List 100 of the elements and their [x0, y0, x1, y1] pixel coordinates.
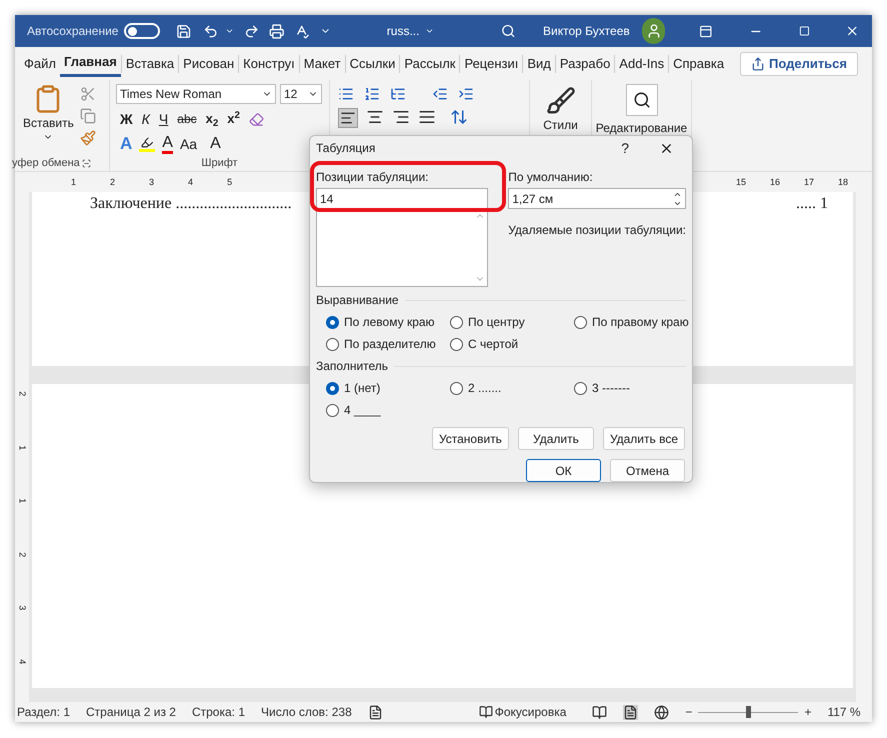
dialog-button[interactable]: Удалить все: [602, 427, 685, 450]
read-mode-icon[interactable]: [592, 704, 608, 720]
search-icon[interactable]: [500, 23, 516, 39]
ribbon-tab[interactable]: Конструı: [239, 50, 299, 76]
align-left-icon[interactable]: [338, 108, 358, 128]
ribbon-tab[interactable]: Макет: [300, 50, 345, 76]
autosave-toggle[interactable]: [124, 23, 160, 39]
format-painter-icon[interactable]: [80, 130, 96, 146]
radio-option[interactable]: С чертой: [450, 335, 574, 353]
radio-option[interactable]: По центру: [450, 313, 574, 331]
help-button[interactable]: ?: [621, 138, 629, 158]
dialog-button[interactable]: Удалить: [518, 427, 594, 450]
file-name[interactable]: russ...: [386, 22, 420, 40]
ruler-number: 4: [16, 658, 29, 664]
spelling-icon[interactable]: [294, 22, 310, 40]
text-effects-button[interactable]: A: [120, 131, 132, 157]
ribbon-tab[interactable]: Ссылки: [346, 50, 400, 76]
highlight-icon[interactable]: [139, 136, 156, 152]
align-right-icon[interactable]: [392, 108, 410, 126]
radio-option[interactable]: 2 .......: [450, 379, 574, 397]
ribbon-display-icon[interactable]: [699, 24, 713, 38]
radio-option[interactable]: По правому краю: [574, 313, 689, 331]
user-name: Виктор Бухтеев: [543, 23, 630, 40]
status-item: Страница 2 из 2: [86, 704, 176, 721]
ribbon-tab[interactable]: Рисован: [179, 50, 238, 76]
avatar-icon[interactable]: [642, 18, 666, 44]
format-button[interactable]: abc: [177, 110, 197, 128]
format-button[interactable]: Ч: [158, 108, 168, 130]
maximize-icon[interactable]: [798, 25, 810, 37]
font-name-field[interactable]: Times New Roman: [116, 84, 276, 104]
ruler-number: 5: [227, 176, 232, 190]
radio-button[interactable]: [574, 382, 587, 394]
paste-button[interactable]: Вставить: [23, 84, 74, 155]
radio-button[interactable]: [450, 316, 463, 328]
radio-button[interactable]: [326, 316, 339, 328]
print-icon[interactable]: [269, 22, 284, 40]
radio-button[interactable]: [450, 382, 463, 394]
line-spacing-icon[interactable]: [450, 108, 468, 126]
font-color-button[interactable]: A: [162, 134, 173, 154]
align-center-icon[interactable]: [366, 108, 384, 126]
ruler-number: 1: [71, 176, 76, 190]
cut-icon[interactable]: [80, 86, 96, 102]
zoom-slider-thumb[interactable]: [746, 706, 752, 718]
radio-button[interactable]: [326, 404, 339, 416]
radio-button[interactable]: [326, 382, 339, 394]
ribbon-tab[interactable]: Вставка: [122, 50, 178, 76]
grow-font-button[interactable]: A: [210, 132, 221, 156]
ok-button[interactable]: ОК: [526, 459, 601, 482]
numbering-icon[interactable]: [364, 86, 380, 102]
undo-icon[interactable]: [203, 22, 219, 40]
radio-option[interactable]: 4 ____: [326, 401, 450, 419]
justify-icon[interactable]: [418, 108, 436, 126]
save-icon[interactable]: [176, 22, 192, 40]
copy-icon[interactable]: [80, 108, 96, 124]
ribbon-tab[interactable]: Справка: [669, 50, 728, 76]
autosave-label: Автосохранение: [27, 23, 118, 40]
clear-formatting-icon[interactable]: [248, 112, 264, 126]
ribbon-tab[interactable]: Вид: [523, 50, 555, 76]
format-button[interactable]: x$_{2}$: [206, 109, 218, 129]
ribbon-tab[interactable]: Файл: [20, 50, 60, 76]
group-label: Заполнитель: [316, 358, 388, 375]
cancel-button[interactable]: Отмена: [610, 459, 685, 482]
ruler-number: 16: [770, 176, 780, 190]
change-case-button[interactable]: Aa: [180, 134, 198, 154]
zoom-slider[interactable]: [698, 706, 798, 718]
radio-button[interactable]: [326, 338, 339, 350]
radio-option[interactable]: 3 -------: [574, 379, 686, 397]
increase-indent-icon[interactable]: [458, 86, 474, 102]
decrease-indent-icon[interactable]: [432, 86, 448, 102]
ribbon-tab[interactable]: Разрабо: [556, 50, 614, 76]
zoom-out-button[interactable]: −: [685, 703, 692, 721]
ribbon-tab[interactable]: Рассылк: [400, 50, 460, 76]
radio-button[interactable]: [450, 338, 463, 350]
radio-option[interactable]: 1 (нет): [326, 379, 450, 397]
format-button[interactable]: x$^{2}$: [227, 109, 240, 129]
focus-button[interactable]: Фокусировка: [478, 703, 566, 721]
ribbon-tab[interactable]: Рецензиı: [460, 50, 522, 76]
share-button[interactable]: Поделиться: [740, 52, 858, 76]
ribbon-tab[interactable]: Главная: [60, 50, 121, 76]
radio-option[interactable]: По левому краю: [326, 313, 450, 331]
print-layout-icon[interactable]: [623, 704, 638, 720]
multilevel-list-icon[interactable]: [390, 86, 406, 102]
ruler-number: 2: [16, 552, 29, 557]
input-field[interactable]: 14: [316, 188, 488, 209]
ribbon-tab[interactable]: Add-Ins: [615, 50, 668, 76]
proofing-icon[interactable]: [368, 704, 383, 720]
font-size-field[interactable]: 12: [280, 84, 322, 104]
radio-option[interactable]: По разделителю: [326, 335, 450, 353]
format-button[interactable]: К: [142, 108, 150, 130]
web-layout-icon[interactable]: [654, 704, 670, 720]
zoom-in-button[interactable]: +: [804, 703, 812, 721]
dialog-button[interactable]: Установить: [432, 427, 509, 450]
format-button[interactable]: Ж: [120, 108, 133, 130]
ruler-number: 15: [736, 176, 746, 190]
ruler-number: 18: [838, 176, 848, 190]
redo-icon[interactable]: [244, 22, 260, 40]
bullets-icon[interactable]: [338, 86, 354, 102]
dialog-launcher-icon[interactable]: [82, 158, 91, 168]
spin-field[interactable]: 1,27 см: [508, 188, 686, 209]
radio-button[interactable]: [574, 316, 587, 328]
